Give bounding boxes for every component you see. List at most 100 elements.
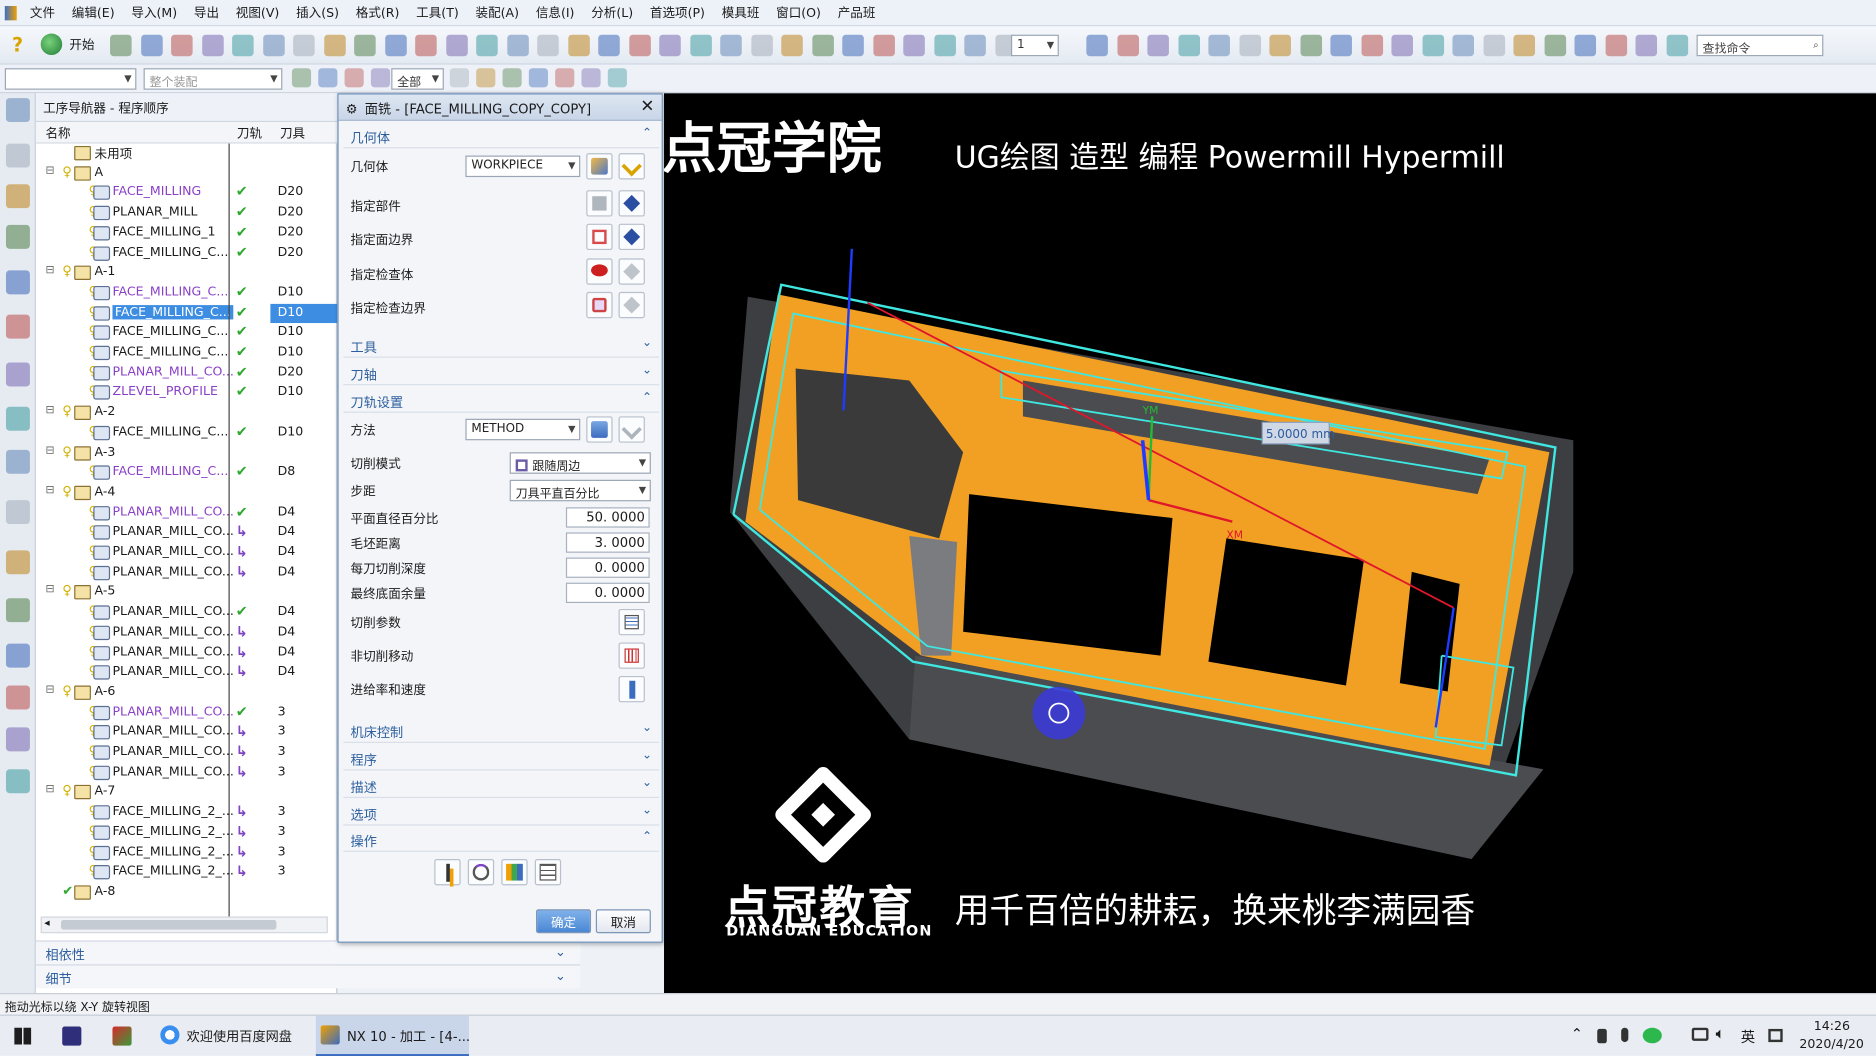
toolbar-tool-icon[interactable] [1208, 34, 1230, 57]
resource-tab-icon[interactable] [5, 143, 30, 168]
menu-view[interactable]: 视图(V) [227, 4, 287, 22]
replay-toolpath-button[interactable] [467, 859, 495, 886]
clock-date[interactable]: 2020/4/20 [1799, 1037, 1863, 1051]
start-menu-button[interactable]: 开始 [69, 36, 94, 54]
section-tool-axis[interactable]: 刀轴 ⌄ [343, 361, 660, 386]
edit-method-button[interactable] [618, 416, 645, 443]
toolbar-tool-icon[interactable] [476, 34, 498, 57]
menu-assembly[interactable]: 装配(A) [467, 4, 527, 22]
method-select[interactable]: METHOD ▼ [465, 418, 581, 441]
menu-mold[interactable]: 模具班 [713, 4, 767, 22]
toolbar-tool-icon[interactable] [903, 34, 925, 57]
toolbar-tool-icon[interactable] [1238, 34, 1261, 57]
selection-filter-icon[interactable] [502, 68, 522, 88]
program-group-row[interactable]: ⊟ ♀ A-1 [36, 263, 338, 283]
toolbar-tool-icon[interactable] [262, 34, 285, 57]
specify-face-boundary-button[interactable] [586, 223, 613, 251]
operation-row[interactable]: ♀PLANAR_MILL_CO...✔D4 [36, 603, 338, 623]
selection-filter-icon[interactable] [370, 68, 391, 88]
network-icon[interactable] [1691, 1027, 1709, 1041]
operation-row[interactable]: ♀PLANAR_MILL_CO...↳D4 [36, 623, 338, 643]
layer-select[interactable]: 1 ▼ [1010, 34, 1059, 57]
flat-diameter-input[interactable]: 50. 0000 [565, 507, 650, 528]
operation-row[interactable]: ♀PLANAR_MILL✔D20 [36, 204, 338, 224]
toolbar-tool-icon[interactable] [842, 34, 864, 57]
menu-info[interactable]: 信息(I) [527, 4, 582, 22]
column-tool[interactable]: 刀具 [280, 124, 305, 142]
close-icon[interactable]: ✕ [640, 97, 654, 116]
operation-row[interactable]: ♀FACE_MILLING_2_...↳3 [36, 863, 338, 883]
menu-export[interactable]: 导出 [186, 4, 228, 22]
final-floor-stock-input[interactable]: 0. 0000 [565, 582, 650, 604]
resource-tab-icon[interactable] [5, 362, 30, 387]
non-cutting-moves-button[interactable] [618, 642, 645, 669]
collapse-icon[interactable]: ⊟ [45, 584, 54, 596]
toolbar-tool-icon[interactable] [781, 34, 803, 57]
operation-row[interactable]: ♀FACE_MILLING_C...✔D10 [36, 303, 338, 324]
operation-row[interactable]: ♀PLANAR_MILL_CO...↳D4 [36, 663, 338, 683]
toolbar-tool-icon[interactable] [171, 34, 193, 57]
toolbar-tool-icon[interactable] [140, 34, 163, 57]
operation-row[interactable]: ♀PLANAR_MILL_CO...✔D20 [36, 363, 338, 383]
operation-row[interactable]: ♀PLANAR_MILL_CO...✔3 [36, 703, 338, 723]
operation-row[interactable]: ♀FACE_MILLING_C...✔D10 [36, 323, 338, 343]
operation-row[interactable]: ♀FACE_MILLING_C...✔D20 [36, 243, 338, 263]
specify-check-boundary-button[interactable] [586, 291, 613, 319]
toolbar-tool-icon[interactable] [384, 34, 407, 57]
taskbar-nx[interactable]: NX 10 - 加工 - [4-... [315, 1015, 470, 1056]
toolbar-tool-icon[interactable] [201, 34, 224, 57]
help-icon[interactable]: ? [12, 34, 23, 57]
toolbar-tool-icon[interactable] [1421, 34, 1444, 57]
toolbar-tool-icon[interactable] [1452, 34, 1475, 57]
program-group-row[interactable]: 未用项 [36, 144, 338, 164]
toolbar-tool-icon[interactable] [811, 34, 834, 57]
blank-distance-input[interactable]: 3. 0000 [565, 532, 650, 553]
type-filter-select[interactable]: ▼ [4, 68, 137, 90]
column-toolpath[interactable]: 刀轨 [237, 124, 262, 142]
cut-pattern-select[interactable]: 跟随周边 ▼ [509, 452, 651, 474]
operation-row[interactable]: ♀PLANAR_MILL_CO...↳3 [36, 743, 338, 763]
resource-tab-icon[interactable] [5, 550, 30, 575]
section-tool[interactable]: 工具 ⌄ [343, 334, 660, 358]
keyboard-icon[interactable] [1768, 1028, 1783, 1043]
toolbar-tool-icon[interactable] [750, 34, 773, 57]
assembly-filter-select[interactable]: 整个装配 ▼ [143, 68, 283, 90]
toolbar-tool-icon[interactable] [720, 34, 742, 57]
column-name[interactable]: 名称 [45, 124, 70, 142]
section-geometry[interactable]: 几何体 ⌃ [343, 124, 660, 149]
toolbar-tool-icon[interactable] [1086, 34, 1108, 57]
toolbar-tool-icon[interactable] [1299, 34, 1322, 57]
geometry-select[interactable]: WORKPIECE ▼ [465, 155, 581, 178]
dependencies-panel[interactable]: 相依性 ⌄ [35, 940, 581, 965]
command-finder-input[interactable]: 查找命令 ⌕ [1696, 34, 1824, 57]
toolbar-tool-icon[interactable] [110, 34, 132, 57]
program-group-row[interactable]: ⊟ ♀ A-5 [36, 583, 338, 603]
create-geometry-button[interactable] [586, 153, 613, 180]
operation-row[interactable]: ♀FACE_MILLING_C...✔D10 [36, 343, 338, 363]
toolbar-tool-icon[interactable] [598, 34, 620, 57]
resource-tab-icon[interactable] [5, 224, 30, 249]
windows-start-icon[interactable] [14, 1027, 32, 1045]
section-path-settings[interactable]: 刀轨设置 ⌃ [343, 389, 660, 413]
selection-filter-icon[interactable] [449, 68, 470, 88]
volume-icon[interactable]: 🔈︎ [1716, 1025, 1725, 1043]
toolbar-tool-icon[interactable] [354, 34, 376, 57]
selection-filter-icon[interactable] [344, 68, 364, 88]
selection-filter-icon[interactable] [528, 68, 548, 88]
tray-arrow-icon[interactable]: ⌃ [1571, 1025, 1583, 1042]
toolbar-tool-icon[interactable] [1482, 34, 1505, 57]
resource-tab-icon[interactable] [5, 727, 30, 752]
tray-app-icon[interactable] [1597, 1028, 1607, 1044]
menu-product[interactable]: 产品班 [829, 4, 883, 22]
menu-preferences[interactable]: 首选项(P) [642, 4, 714, 22]
generate-toolpath-button[interactable] [434, 859, 461, 886]
resource-tab-icon[interactable] [5, 98, 30, 123]
stepover-select[interactable]: 刀具平直百分比 ▼ [509, 479, 651, 502]
microphone-icon[interactable] [1621, 1027, 1629, 1043]
display-check-body-button[interactable] [618, 258, 645, 285]
selection-filter-icon[interactable] [555, 68, 575, 88]
toolbar-tool-icon[interactable] [872, 34, 895, 57]
selection-filter-icon[interactable] [291, 68, 312, 88]
cutting-params-button[interactable] [618, 608, 645, 636]
section-program[interactable]: 程序 ⌄ [343, 747, 660, 771]
